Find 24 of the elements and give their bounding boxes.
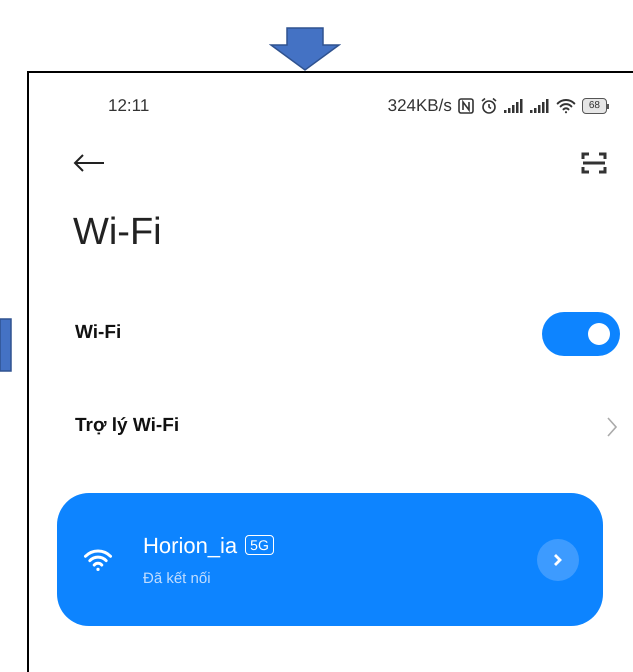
nfc-icon [458,98,474,114]
details-button[interactable] [537,538,579,580]
network-name: Horion_ia [143,532,238,560]
chevron-right-icon [553,552,563,566]
toggle-switch[interactable] [542,312,620,356]
down-arrow-icon [269,27,341,71]
alarm-icon [480,97,498,115]
setting-label[interactable]: Trợ lý Wi-Fi [75,412,180,441]
signal-icon [530,99,550,113]
battery-icon: 68 [582,98,609,114]
scan-icon[interactable] [581,151,607,175]
arrow-icon [0,318,12,372]
chevron-right-icon[interactable] [607,416,617,436]
network-card[interactable]: Horion_ia 5G Đã kết nối [57,493,603,626]
page-title: Wi-Fi [72,210,163,255]
network-speed: 324KB/s [388,95,452,118]
setting-label: Wi-Fi [75,321,122,346]
signal-icon [504,99,524,113]
band-tag: 5G [245,535,274,556]
connection-status: Đã kết nối [143,568,212,589]
status-time: 12:11 [108,95,150,118]
wifi-icon [83,548,113,572]
back-arrow-icon[interactable] [73,154,105,172]
wifi-icon [556,98,576,114]
